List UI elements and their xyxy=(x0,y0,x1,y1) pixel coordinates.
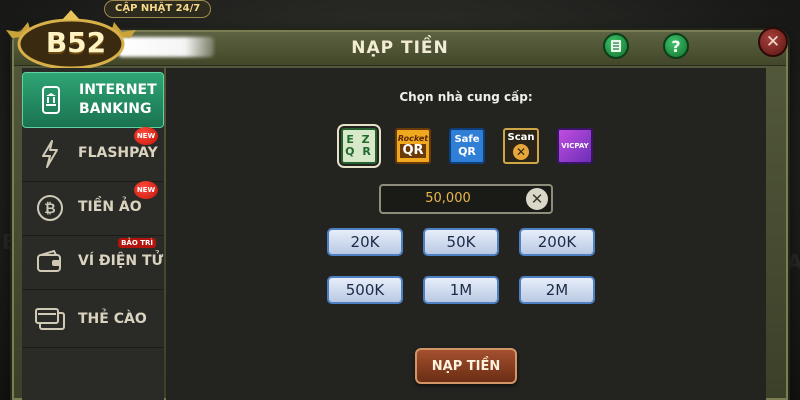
new-badge: NEW xyxy=(134,181,158,199)
wallet-icon xyxy=(22,249,78,274)
amount-button-2m[interactable]: 2M xyxy=(519,276,595,304)
sidebar-item-e-wallet[interactable]: VÍ ĐIỆN TỬ BẢO TRÌ xyxy=(22,234,164,290)
provider-ezqr[interactable]: E Z Q R xyxy=(337,124,381,168)
clear-amount-button[interactable]: ✕ xyxy=(526,188,548,210)
svg-text:₿: ₿ xyxy=(44,201,55,217)
close-button[interactable]: ✕ xyxy=(758,27,788,57)
card-icon xyxy=(22,307,78,333)
update-tag: CẬP NHẬT 24/7 xyxy=(104,0,212,18)
sidebar-item-crypto[interactable]: ₿ TIỀN ẢO NEW xyxy=(22,180,164,236)
amount-button-500k[interactable]: 500K xyxy=(327,276,403,304)
provider-scan[interactable]: Scan ✕ xyxy=(503,128,539,164)
provider-vicpay[interactable]: VICPAY xyxy=(557,128,593,164)
new-badge: NEW xyxy=(134,127,158,145)
sidebar-item-label: THẺ CÀO xyxy=(78,311,147,327)
document-icon xyxy=(611,40,621,52)
close-icon: ✕ xyxy=(765,32,781,52)
logo-text: B52 xyxy=(45,26,107,59)
sidebar-item-label: FLASHPAY xyxy=(78,145,158,161)
sidebar-item-flashpay[interactable]: FLASHPAY NEW xyxy=(22,126,164,182)
provider-rocket-qr[interactable]: Rocket QR xyxy=(395,128,431,164)
maintenance-badge: BẢO TRÌ xyxy=(118,238,156,248)
history-button[interactable] xyxy=(603,33,629,59)
provider-prompt: Chọn nhà cung cấp: xyxy=(399,90,533,104)
amount-button-50k[interactable]: 50K xyxy=(423,228,499,256)
bitcoin-icon: ₿ xyxy=(22,194,78,222)
bank-phone-icon xyxy=(23,86,79,114)
close-icon: ✕ xyxy=(530,190,544,208)
question-icon: ? xyxy=(671,36,681,56)
sidebar-item-label: VÍ ĐIỆN TỬ xyxy=(78,253,164,269)
sidebar-item-scratch-card[interactable]: THẺ CÀO xyxy=(22,292,164,348)
sidebar-item-internet-banking[interactable]: INTERNET BANKING xyxy=(22,72,164,128)
help-button[interactable]: ? xyxy=(663,33,689,59)
amount-button-20k[interactable]: 20K xyxy=(327,228,403,256)
deposit-submit-button[interactable]: NẠP TIỀN xyxy=(415,348,517,384)
amount-button-1m[interactable]: 1M xyxy=(423,276,499,304)
amount-button-200k[interactable]: 200K xyxy=(519,228,595,256)
sidebar-item-label: INTERNET BANKING xyxy=(79,82,157,117)
sidebar-item-label: TIỀN ẢO xyxy=(78,199,142,215)
lightning-icon xyxy=(22,139,78,168)
provider-safe-qr[interactable]: Safe QR xyxy=(449,128,485,164)
amount-value: 50,000 xyxy=(425,191,471,206)
